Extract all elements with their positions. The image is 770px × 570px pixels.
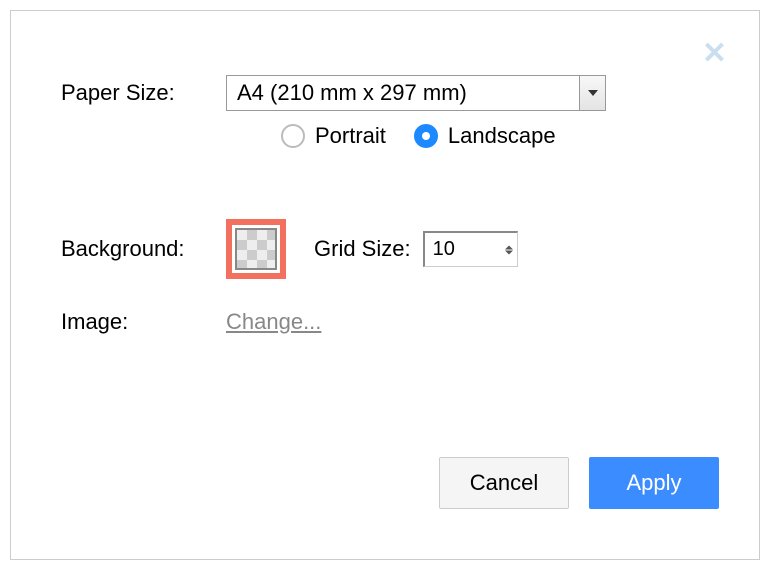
paper-size-label: Paper Size: [61,80,226,106]
page-setup-dialog: ✕ Paper Size: A4 (210 mm x 297 mm) Portr… [10,10,760,560]
radio-icon-selected [414,124,438,148]
apply-button[interactable]: Apply [589,457,719,509]
paper-size-value: A4 (210 mm x 297 mm) [237,80,467,106]
close-icon[interactable]: ✕ [702,39,727,69]
radio-icon-unselected [281,124,305,148]
background-swatch[interactable] [235,228,277,270]
background-swatch-highlight [226,219,286,279]
background-label: Background: [61,236,226,262]
image-label: Image: [61,309,226,335]
stepper-icon[interactable] [505,245,513,254]
orientation-group: Portrait Landscape [281,123,709,149]
grid-size-label: Grid Size: [314,236,411,262]
portrait-label: Portrait [315,123,386,149]
chevron-down-icon [579,76,605,110]
cancel-button[interactable]: Cancel [439,457,569,509]
change-image-link[interactable]: Change... [226,309,321,335]
paper-size-select[interactable]: A4 (210 mm x 297 mm) [226,75,606,111]
grid-size-value: 10 [433,238,455,261]
landscape-radio[interactable]: Landscape [414,123,556,149]
dialog-buttons: Cancel Apply [439,457,719,509]
grid-size-input[interactable]: 10 [423,231,518,267]
portrait-radio[interactable]: Portrait [281,123,386,149]
landscape-label: Landscape [448,123,556,149]
paper-size-row: Paper Size: A4 (210 mm x 297 mm) [61,75,709,111]
image-row: Image: Change... [61,309,709,335]
background-row: Background: Grid Size: 10 [61,219,709,279]
